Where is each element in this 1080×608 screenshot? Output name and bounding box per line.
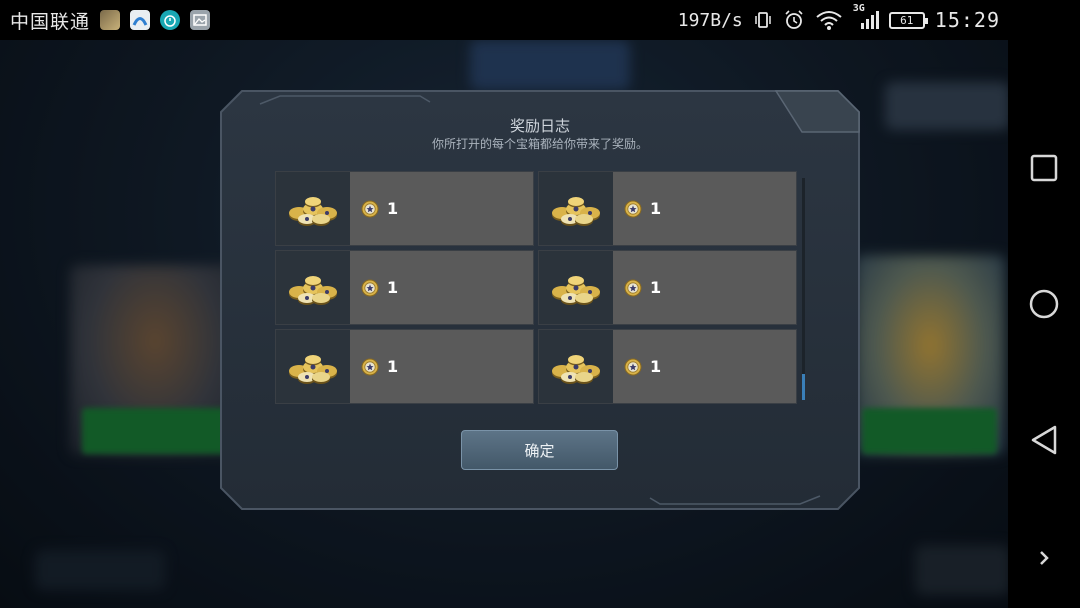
- reward-quantity: 1: [650, 278, 662, 297]
- reward-quantity: 1: [387, 278, 399, 297]
- home-icon: [1029, 289, 1059, 319]
- android-nav-bar: [1008, 40, 1080, 608]
- coin-pile-icon: [539, 330, 613, 403]
- reward-quantity: 1: [650, 199, 662, 218]
- recent-apps-icon: [1030, 154, 1058, 182]
- expand-nav-button[interactable]: [1008, 528, 1080, 588]
- close-icon: [820, 100, 842, 122]
- alarm-icon: [785, 10, 803, 29]
- reward-detail: 1: [613, 251, 796, 324]
- coin-pile-icon: [539, 172, 613, 245]
- clock-label: 15:29: [934, 8, 1000, 32]
- status-bar: 中国联通 197B/s 3G 61 15:29: [0, 0, 1080, 40]
- reward-detail: 1: [350, 172, 533, 245]
- reward-item: 1: [538, 171, 797, 246]
- back-button[interactable]: [1008, 410, 1080, 470]
- reward-detail: 1: [613, 330, 796, 403]
- gallery-app-icon: [190, 10, 211, 30]
- dialog-title: 奖励日志: [509, 117, 570, 135]
- coin-pile-icon: [276, 172, 350, 245]
- reward-item: 1: [538, 250, 797, 325]
- reward-item: 1: [275, 329, 534, 404]
- expand-icon: [1040, 551, 1049, 565]
- coin-pile-icon: [539, 251, 613, 324]
- reward-quantity: 1: [387, 199, 399, 218]
- coin-icon: [624, 200, 642, 218]
- timer-app-icon: [160, 10, 181, 30]
- coin-icon: [624, 358, 642, 376]
- reward-item: 1: [275, 250, 534, 325]
- coin-icon: [624, 279, 642, 297]
- home-button[interactable]: [1008, 274, 1080, 334]
- scrollbar-thumb[interactable]: [802, 374, 805, 400]
- vibrate-icon: [755, 12, 771, 28]
- reward-quantity: 1: [650, 357, 662, 376]
- wifi-icon: [816, 11, 842, 30]
- carrier-label: 中国联通: [10, 10, 91, 33]
- back-icon: [1031, 425, 1057, 455]
- net-speed-label: 197B/s: [677, 9, 743, 31]
- reward-item: 1: [275, 171, 534, 246]
- scrollbar-track[interactable]: [802, 178, 805, 400]
- reward-detail: 1: [350, 330, 533, 403]
- reward-log-dialog: 奖励日志 你所打开的每个宝箱都给你带来了奖励。 1 1 1 1 1 1 确定: [220, 90, 860, 510]
- browser-app-icon: [130, 10, 151, 30]
- game-app-icon: [100, 10, 121, 30]
- reward-detail: 1: [613, 172, 796, 245]
- coin-icon: [361, 358, 379, 376]
- reward-item: 1: [538, 329, 797, 404]
- signal-icon: 3G: [853, 3, 879, 31]
- reward-grid: 1 1 1 1 1 1: [275, 171, 797, 404]
- reward-detail: 1: [350, 251, 533, 324]
- dialog-subtitle: 你所打开的每个宝箱都给你带来了奖励。: [431, 137, 648, 151]
- battery-icon: 61: [888, 11, 928, 29]
- coin-icon: [361, 279, 379, 297]
- confirm-button[interactable]: 确定: [461, 430, 618, 470]
- coin-pile-icon: [276, 330, 350, 403]
- recent-apps-button[interactable]: [1008, 138, 1080, 198]
- reward-quantity: 1: [387, 357, 399, 376]
- coin-icon: [361, 200, 379, 218]
- coin-pile-icon: [276, 251, 350, 324]
- network-type-label: 3G: [852, 3, 865, 14]
